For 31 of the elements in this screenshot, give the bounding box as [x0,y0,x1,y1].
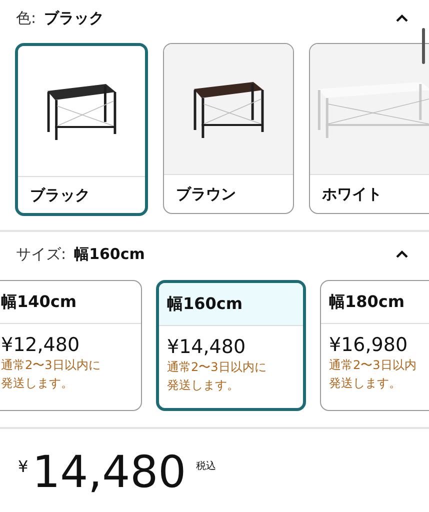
collapse-icon[interactable] [395,249,409,259]
shipping-note: 通常2〜3日以内に [167,359,268,376]
option-price: ¥14,480 [167,336,247,358]
option-name: ブラウン [164,174,293,213]
color-option[interactable]: ブラウン [163,43,294,214]
shipping-note: 発送します。 [329,375,402,392]
size-option[interactable]: 幅140cm ¥12,480 通常2〜3日以内に 発送します。 [0,280,142,411]
color-option[interactable]: ブラック [15,43,148,216]
currency-symbol: ¥ [18,457,28,476]
shipping-note: 通常2〜3日以内に [1,357,102,374]
selected-value: ブラック [44,8,104,28]
size-name: 幅160cm [159,283,303,326]
total-price: 14,480 [32,449,186,497]
size-name: 幅140cm [0,281,141,324]
option-price: ¥12,480 [1,334,81,356]
option-name: ブラック [18,176,145,213]
option-label: サイズ: [16,244,66,264]
shipping-note: 通常2〜3日以内 [329,357,418,374]
color-option[interactable]: ホワイト [309,43,429,214]
shipping-note: 発送します。 [1,375,74,392]
size-option[interactable]: 幅180cm ¥16,980 通常2〜3日以内 発送します。 [320,280,429,411]
option-price: ¥16,980 [329,334,409,356]
option-label: 色: [16,8,36,28]
selected-value: 幅160cm [74,244,145,264]
option-name: ホワイト [310,174,429,213]
shipping-note: 発送します。 [167,377,240,394]
collapse-icon[interactable] [395,13,409,23]
size-option[interactable]: 幅160cm ¥14,480 通常2〜3日以内に 発送します。 [156,280,306,411]
size-name: 幅180cm [321,281,429,324]
tax-note: 税込 [196,460,216,473]
scrollbar[interactable] [422,28,425,64]
